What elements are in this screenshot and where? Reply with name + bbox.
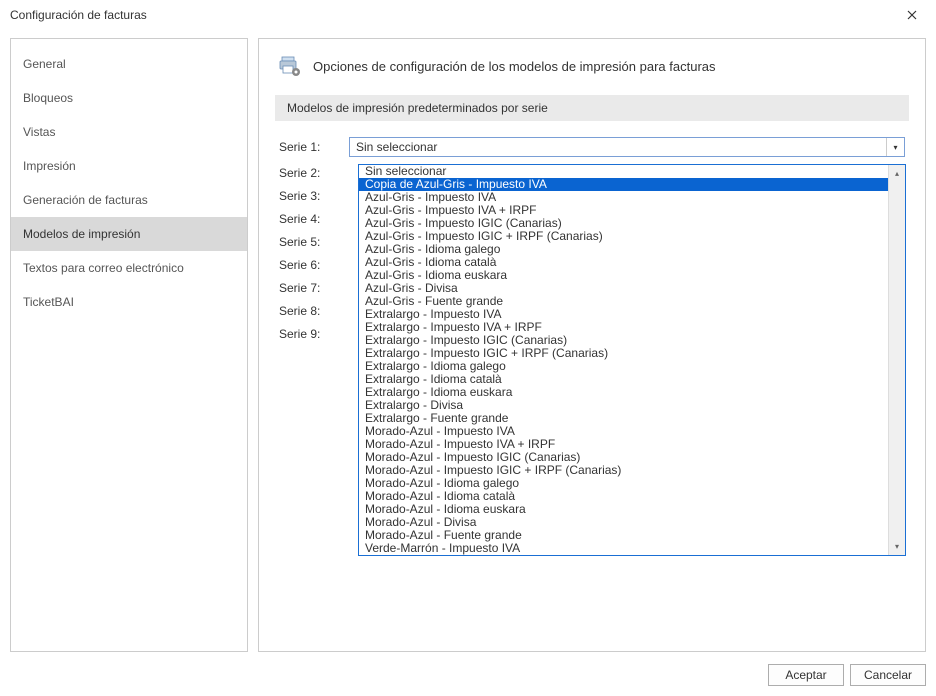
sidebar-item[interactable]: TicketBAI <box>11 285 247 319</box>
series-label: Serie 9: <box>279 327 349 341</box>
scroll-up-icon[interactable]: ▴ <box>889 165 905 182</box>
series-label: Serie 6: <box>279 258 349 272</box>
content-title: Opciones de configuración de los modelos… <box>313 59 716 74</box>
sidebar-item[interactable]: Modelos de impresión <box>11 217 247 251</box>
cancel-button[interactable]: Cancelar <box>850 664 926 686</box>
series-label: Serie 8: <box>279 304 349 318</box>
sidebar-item[interactable]: General <box>11 47 247 81</box>
series-label: Serie 1: <box>279 140 349 154</box>
combo-value: Sin seleccionar <box>356 140 437 154</box>
sidebar: GeneralBloqueosVistasImpresiónGeneración… <box>10 38 248 652</box>
series-label: Serie 7: <box>279 281 349 295</box>
series-label: Serie 5: <box>279 235 349 249</box>
series-row: Serie 1: Sin seleccionar ▾ <box>279 137 905 157</box>
window-title: Configuración de facturas <box>10 8 147 22</box>
scrollbar[interactable]: ▴ ▾ <box>888 165 905 555</box>
sidebar-item[interactable]: Vistas <box>11 115 247 149</box>
dropdown-option[interactable]: Verde-Marrón - Impuesto IVA <box>359 542 888 555</box>
accept-button[interactable]: Aceptar <box>768 664 844 686</box>
content-header: Opciones de configuración de los modelos… <box>259 55 925 95</box>
series-combo[interactable]: Sin seleccionar ▾ <box>349 137 905 157</box>
series-label: Serie 4: <box>279 212 349 226</box>
close-button[interactable] <box>898 5 926 25</box>
footer: Aceptar Cancelar <box>768 664 926 686</box>
sidebar-item[interactable]: Generación de facturas <box>11 183 247 217</box>
series-label: Serie 3: <box>279 189 349 203</box>
titlebar: Configuración de facturas <box>0 0 936 28</box>
chevron-down-icon[interactable]: ▾ <box>886 138 904 156</box>
sidebar-item[interactable]: Bloqueos <box>11 81 247 115</box>
close-icon <box>907 10 917 20</box>
sidebar-item[interactable]: Textos para correo electrónico <box>11 251 247 285</box>
sidebar-item[interactable]: Impresión <box>11 149 247 183</box>
dropdown-list[interactable]: Sin seleccionarCopia de Azul-Gris - Impu… <box>358 164 906 556</box>
scroll-down-icon[interactable]: ▾ <box>889 538 905 555</box>
section-header: Modelos de impresión predeterminados por… <box>275 95 909 121</box>
series-label: Serie 2: <box>279 166 349 180</box>
printer-gear-icon <box>279 55 301 77</box>
